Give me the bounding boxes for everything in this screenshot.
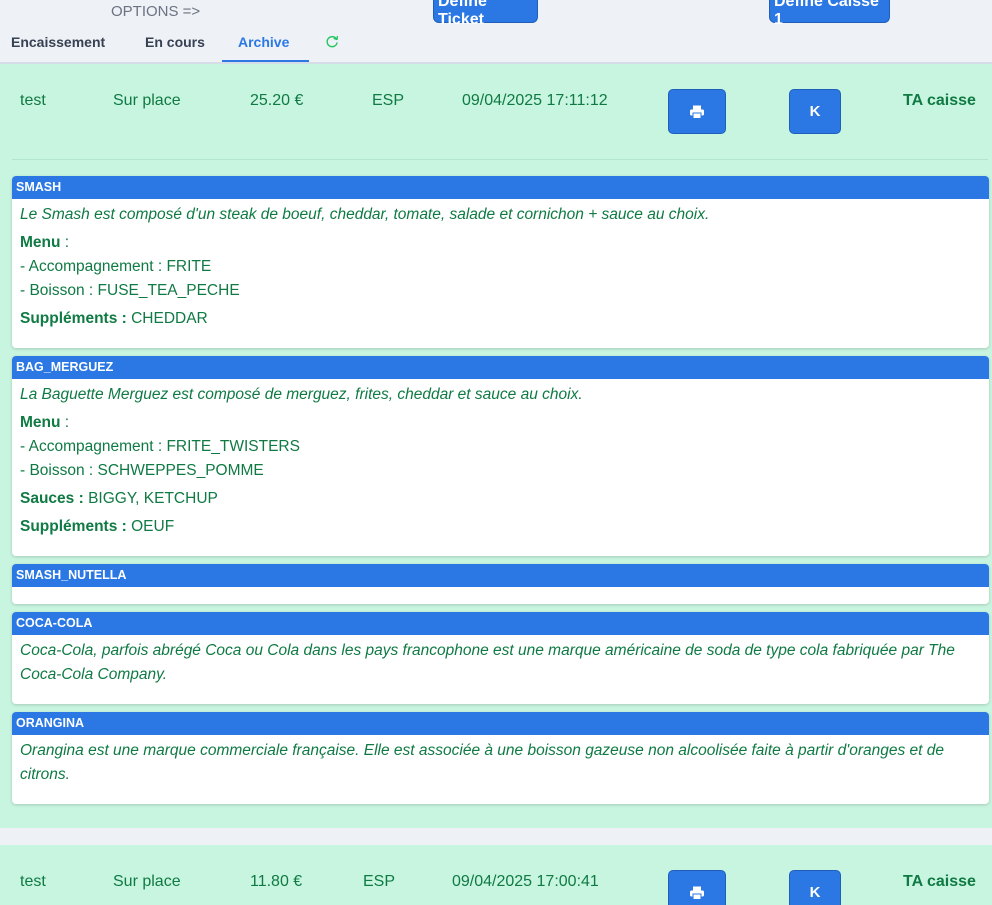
item-description: Le Smash est composé d'un steak de boeuf…	[20, 206, 710, 223]
menu-boisson: - Boisson : SCHWEPPES_POMME	[20, 462, 264, 479]
menu-label: Menu	[20, 414, 61, 431]
item-title: SMASH_NUTELLA	[12, 564, 989, 587]
order-card: test Sur place 11.80 € ESP 09/04/2025 17…	[0, 845, 992, 905]
order-item: COCA-COLA Coca-Cola, parfois abrégé Coca…	[12, 612, 989, 704]
order-payment: ESP	[372, 92, 405, 109]
order-item: SMASH Le Smash est composé d'un steak de…	[12, 176, 989, 348]
sauces-value: BIGGY, KETCHUP	[83, 490, 218, 507]
order-item: ORANGINA Orangina est une marque commerc…	[12, 712, 989, 804]
summary-divider	[12, 159, 988, 160]
menu-accompagnement: - Accompagnement : FRITE	[20, 258, 212, 275]
order-name: test	[20, 92, 46, 109]
menu-colon: :	[60, 414, 70, 431]
tab-encaissement[interactable]: Encaissement	[11, 34, 105, 50]
supplements-label: Suppléments :	[20, 518, 127, 535]
order-name: test	[20, 873, 46, 890]
supplements-line: Suppléments : OEUF	[20, 515, 981, 539]
item-title: ORANGINA	[12, 712, 989, 735]
tab-en-cours[interactable]: En cours	[145, 34, 205, 50]
menu-heading: Menu :	[20, 231, 981, 255]
menu-boisson: - Boisson : FUSE_TEA_PECHE	[20, 282, 240, 299]
top-header: OPTIONS => Define Ticket Define Caisse 1…	[0, 0, 992, 64]
item-body: Coca-Cola, parfois abrégé Coca ou Cola d…	[12, 635, 989, 695]
item-description: La Baguette Merguez est composé de mergu…	[20, 386, 583, 403]
order-datetime: 09/04/2025 17:00:41	[452, 873, 599, 890]
menu-label: Menu	[20, 234, 61, 251]
menu-colon: :	[60, 234, 70, 251]
define-ticket-button[interactable]: Define Ticket	[433, 0, 538, 28]
item-body: La Baguette Merguez est composé de mergu…	[12, 379, 989, 547]
order-caisse: TA caisse	[903, 92, 976, 109]
item-title: BAG_MERGUEZ	[12, 356, 989, 379]
supplements-label: Suppléments :	[20, 310, 127, 327]
order-mode: Sur place	[113, 873, 181, 890]
order-summary-row: test Sur place 25.20 € ESP 09/04/2025 17…	[0, 64, 992, 160]
printer-icon	[690, 886, 704, 900]
k-button[interactable]: K	[789, 870, 841, 905]
item-title: SMASH	[12, 176, 989, 199]
item-body: Le Smash est composé d'un steak de boeuf…	[12, 199, 989, 339]
order-price: 25.20 €	[250, 92, 304, 109]
item-body: Orangina est une marque commerciale fran…	[12, 735, 989, 795]
order-mode: Sur place	[113, 92, 181, 109]
order-payment: ESP	[363, 873, 396, 890]
supplements-value: OEUF	[126, 518, 175, 535]
supplements-line: Suppléments : CHEDDAR	[20, 307, 981, 331]
sauces-line: Sauces : BIGGY, KETCHUP	[20, 487, 981, 511]
order-datetime: 09/04/2025 17:11:12	[462, 92, 608, 109]
order-caisse: TA caisse	[903, 873, 976, 890]
print-button[interactable]	[668, 89, 726, 134]
menu-accompagnement: - Accompagnement : FRITE_TWISTERS	[20, 438, 300, 455]
item-description: Orangina est une marque commerciale fran…	[20, 742, 945, 783]
define-caisse-button[interactable]: Define Caisse 1	[769, 0, 890, 28]
refresh-icon[interactable]	[324, 34, 340, 50]
order-card: test Sur place 25.20 € ESP 09/04/2025 17…	[0, 64, 992, 828]
item-description: Coca-Cola, parfois abrégé Coca ou Cola d…	[20, 642, 955, 683]
order-item: BAG_MERGUEZ La Baguette Merguez est comp…	[12, 356, 989, 556]
menu-heading: Menu :	[20, 411, 981, 435]
printer-icon	[690, 105, 704, 119]
supplements-value: CHEDDAR	[126, 310, 208, 327]
print-button[interactable]	[668, 870, 726, 905]
sauces-label: Sauces :	[20, 490, 84, 507]
options-label: OPTIONS =>	[111, 3, 201, 20]
order-price: 11.80 €	[250, 873, 303, 890]
tab-archive[interactable]: Archive	[238, 34, 289, 50]
k-button[interactable]: K	[789, 89, 841, 134]
order-summary-row: test Sur place 11.80 € ESP 09/04/2025 17…	[0, 845, 992, 905]
order-item: SMASH_NUTELLA	[12, 564, 989, 604]
item-title: COCA-COLA	[12, 612, 989, 635]
